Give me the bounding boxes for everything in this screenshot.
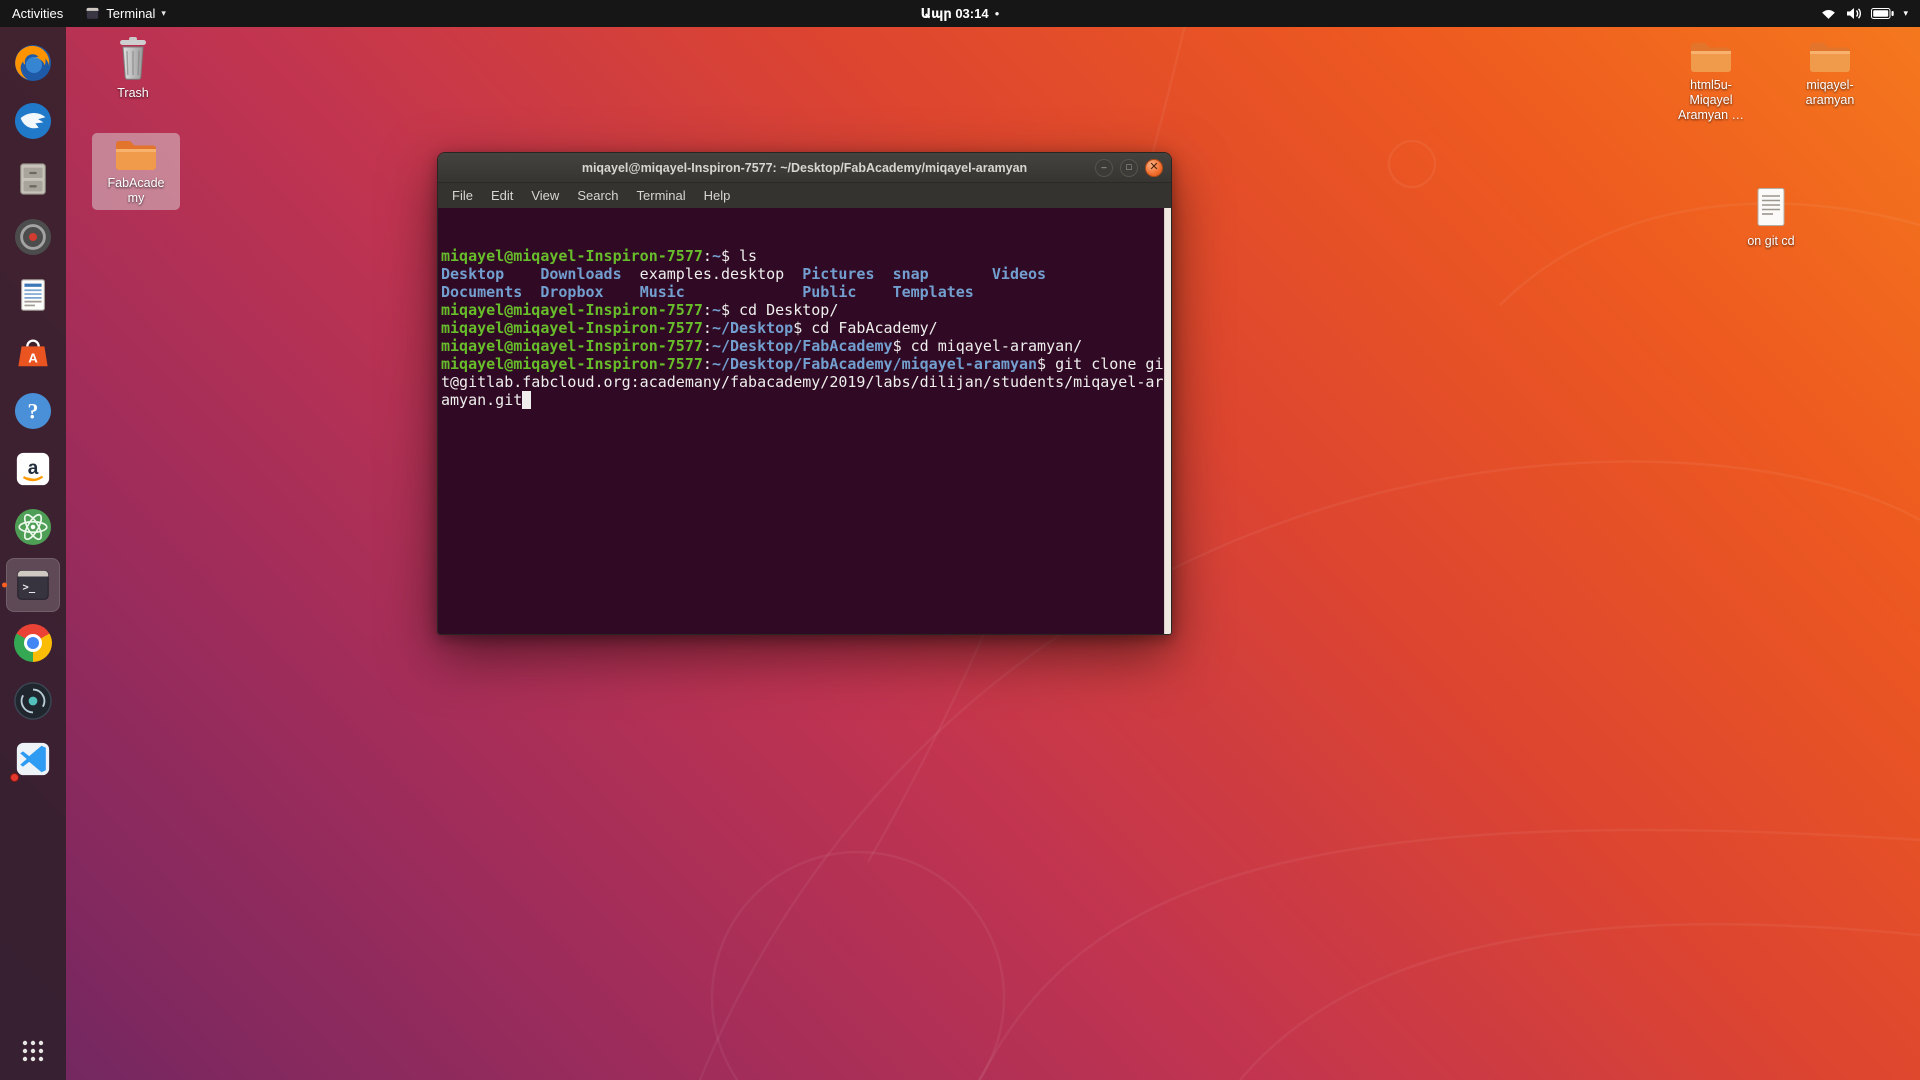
folder-icon [1688, 38, 1734, 74]
terminal-window: miqayel@miqayel-Inspiron-7577: ~/Desktop… [437, 152, 1172, 635]
volume-icon [1846, 7, 1862, 20]
terminal-line: amyan.git [441, 391, 1171, 409]
dock-item-atom[interactable] [6, 500, 60, 554]
clock-button[interactable]: Ապր 03:14 ● [921, 6, 1000, 22]
show-applications-button[interactable] [21, 1039, 45, 1068]
dock-item-firefox[interactable] [6, 36, 60, 90]
terminal-output: miqayel@miqayel-Inspiron-7577:~$ lsDeskt… [441, 247, 1171, 409]
desktop-icon-on-git-cd[interactable]: on git cd [1727, 186, 1815, 249]
running-indicator-dot [2, 583, 7, 588]
menu-item-terminal[interactable]: Terminal [628, 184, 695, 207]
notification-dot: ● [995, 9, 1000, 18]
svg-text:>_: >_ [23, 582, 36, 594]
chevron-down-icon: ▾ [1903, 8, 1908, 19]
desktop-icon-trash[interactable]: Trash [89, 34, 177, 101]
window-titlebar[interactable]: miqayel@miqayel-Inspiron-7577: ~/Desktop… [438, 153, 1171, 183]
folder-icon [113, 136, 159, 172]
svg-text:A: A [28, 351, 38, 366]
app-menu-terminal-icon [85, 6, 100, 21]
window-title: miqayel@miqayel-Inspiron-7577: ~/Desktop… [438, 161, 1171, 175]
chevron-down-icon: ▾ [161, 8, 166, 19]
menu-item-file[interactable]: File [443, 184, 482, 207]
dock-item-terminal[interactable]: >_ [6, 558, 60, 612]
dock-item-chrome[interactable] [6, 616, 60, 670]
terminal-line: t@gitlab.fabcloud.org:academany/fabacade… [441, 373, 1171, 391]
terminal-menubar: File Edit View Search Terminal Help [438, 183, 1171, 208]
dock-item-ubuntu-software[interactable]: A [6, 326, 60, 380]
dock-item-files[interactable] [6, 152, 60, 206]
amazon-icon: a [14, 450, 52, 488]
minimize-button[interactable]: – [1095, 159, 1113, 177]
firefox-icon [14, 44, 52, 82]
menu-item-view[interactable]: View [522, 184, 568, 207]
desktop-icon-label: FabAcademy [104, 176, 168, 206]
dark-lens-app-icon [14, 682, 52, 720]
dock-item-dark-lens-app[interactable] [6, 674, 60, 728]
clock-time: Ապր 03:14 [921, 6, 989, 22]
network-wifi-icon [1820, 7, 1837, 20]
desktop-icon-label: on git cd [1747, 234, 1794, 249]
terminal-line: miqayel@miqayel-Inspiron-7577:~/Desktop/… [441, 337, 1171, 355]
dock: A ? a >_ [0, 27, 66, 1080]
window-controls: – □ ✕ [1095, 153, 1163, 182]
folder-icon [1807, 38, 1853, 74]
terminal-line: miqayel@miqayel-Inspiron-7577:~$ cd Desk… [441, 301, 1171, 319]
activities-button[interactable]: Activities [0, 0, 75, 27]
menu-item-search[interactable]: Search [568, 184, 627, 207]
battery-icon [1871, 8, 1894, 19]
menu-item-edit[interactable]: Edit [482, 184, 522, 207]
svg-text:a: a [28, 458, 39, 479]
notification-badge [10, 773, 19, 782]
writer-document-icon [14, 276, 52, 314]
app-menu-button[interactable]: Terminal ▾ [75, 0, 176, 27]
atom-icon [14, 508, 52, 546]
show-applications-grid-icon [21, 1039, 45, 1063]
menu-item-help[interactable]: Help [695, 184, 740, 207]
dock-item-thunderbird[interactable] [6, 94, 60, 148]
terminal-icon: >_ [14, 566, 52, 604]
terminal-line: Documents Dropbox Music Public Templates [441, 283, 1171, 301]
svg-text:?: ? [28, 400, 39, 424]
desktop-icon-label: miqayel-aramyan [1797, 78, 1863, 108]
maximize-button[interactable]: □ [1120, 159, 1138, 177]
speaker-lens-icon [14, 218, 52, 256]
terminal-screen[interactable]: miqayel@miqayel-Inspiron-7577:~$ lsDeskt… [438, 208, 1171, 634]
dock-item-help[interactable]: ? [6, 384, 60, 438]
system-status-area[interactable]: ▾ [1808, 0, 1920, 27]
terminal-line: miqayel@miqayel-Inspiron-7577:~/Desktop/… [441, 355, 1171, 373]
thunderbird-icon [14, 102, 52, 140]
vscode-icon [14, 740, 52, 778]
terminal-scrollbar[interactable] [1164, 208, 1171, 634]
terminal-line: miqayel@miqayel-Inspiron-7577:~$ ls [441, 247, 1171, 265]
text-file-icon [1753, 186, 1789, 230]
help-question-icon: ? [14, 392, 52, 430]
desktop-icon-miqayel-aramyan-folder[interactable]: miqayel-aramyan [1786, 38, 1874, 108]
dock-item-rhythmbox[interactable] [6, 210, 60, 264]
desktop-icon-html5u-folder[interactable]: html5u-Miqayel Aramyan … [1667, 38, 1755, 122]
top-bar: Activities Terminal ▾ Ապր 03:14 ● ▾ [0, 0, 1920, 27]
close-button[interactable]: ✕ [1145, 159, 1163, 177]
software-bag-icon: A [14, 334, 52, 372]
app-menu-label: Terminal [106, 6, 155, 21]
desktop-icon-label: Trash [117, 86, 149, 101]
file-cabinet-icon [14, 160, 52, 198]
desktop-icon-fabacademy-folder[interactable]: FabAcademy [92, 133, 180, 210]
dock-item-amazon[interactable]: a [6, 442, 60, 496]
terminal-line: miqayel@miqayel-Inspiron-7577:~/Desktop$… [441, 319, 1171, 337]
chrome-icon [14, 624, 52, 662]
dock-item-libreoffice-writer[interactable] [6, 268, 60, 322]
trash-icon [113, 34, 153, 82]
desktop-icon-label: html5u-Miqayel Aramyan … [1676, 78, 1746, 122]
dock-item-vscode[interactable] [6, 732, 60, 786]
terminal-line: Desktop Downloads examples.desktop Pictu… [441, 265, 1171, 283]
